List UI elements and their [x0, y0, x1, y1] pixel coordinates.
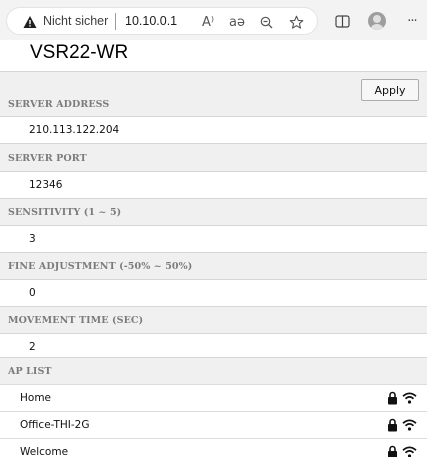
server-port-value-row[interactable]: 12346 — [0, 171, 427, 198]
zoom-out-icon[interactable] — [255, 8, 277, 36]
server-address-value[interactable]: 210.113.122.204 — [29, 124, 119, 136]
ap-name[interactable]: Home — [20, 392, 51, 404]
ap-list-item[interactable]: Office-THI-2G — [0, 411, 427, 438]
warning-icon[interactable] — [23, 15, 37, 29]
security-status[interactable]: Nicht sicher — [43, 14, 108, 28]
fine-adjustment-label: FINE ADJUSTMENT (-50% ~ 50%) — [8, 261, 193, 272]
movement-time-value-row[interactable]: 2 — [0, 333, 427, 360]
url-text[interactable]: 10.10.0.1 — [125, 14, 177, 28]
ap-list-header: AP LIST — [0, 357, 427, 384]
address-divider — [115, 13, 116, 30]
movement-time-label: MOVEMENT TIME (SEC) — [8, 315, 144, 326]
lock-icon — [388, 418, 397, 432]
fine-adjustment-header: FINE ADJUSTMENT (-50% ~ 50%) — [0, 252, 427, 279]
wifi-icon — [402, 419, 417, 431]
movement-time-header: MOVEMENT TIME (SEC) — [0, 306, 427, 333]
sensitivity-value-row[interactable]: 3 — [0, 225, 427, 252]
read-aloud-icon[interactable]: A⁾ — [197, 8, 219, 36]
lock-icon — [388, 445, 397, 457]
server-port-label: SERVER PORT — [8, 153, 87, 164]
split-screen-icon[interactable] — [330, 7, 354, 35]
server-port-header: SERVER PORT — [0, 143, 427, 171]
sensitivity-value[interactable]: 3 — [29, 233, 36, 245]
page-title: VSR22-WR — [30, 42, 129, 63]
ap-list-item[interactable]: Home — [0, 384, 427, 411]
more-menu-icon[interactable]: ··· — [400, 7, 424, 35]
ap-list-label: AP LIST — [8, 366, 52, 377]
fine-adjustment-value-row[interactable]: 0 — [0, 279, 427, 306]
server-address-label: SERVER ADDRESS — [8, 99, 110, 110]
wifi-icon — [402, 392, 417, 404]
address-bar[interactable]: Nicht sicher 10.10.0.1 A⁾ aə — [6, 7, 318, 35]
translate-icon[interactable]: aə — [226, 8, 248, 36]
movement-time-value[interactable]: 2 — [29, 341, 36, 353]
ap-name[interactable]: Welcome — [20, 446, 68, 457]
fine-adjustment-value[interactable]: 0 — [29, 287, 36, 299]
profile-avatar[interactable] — [368, 12, 386, 30]
wifi-icon — [402, 446, 417, 457]
star-icon[interactable] — [285, 8, 307, 36]
apply-button[interactable]: Apply — [361, 79, 419, 101]
browser-toolbar: Nicht sicher 10.10.0.1 A⁾ aə ··· — [0, 0, 427, 40]
sensitivity-label: SENSITIVITY (1 ~ 5) — [8, 207, 122, 218]
server-port-value[interactable]: 12346 — [29, 179, 62, 191]
ap-name[interactable]: Office-THI-2G — [20, 419, 90, 431]
lock-icon — [388, 391, 397, 405]
sensitivity-header: SENSITIVITY (1 ~ 5) — [0, 198, 427, 225]
server-address-value-row[interactable]: 210.113.122.204 — [0, 116, 427, 143]
ap-list-item[interactable]: Welcome — [0, 438, 427, 457]
